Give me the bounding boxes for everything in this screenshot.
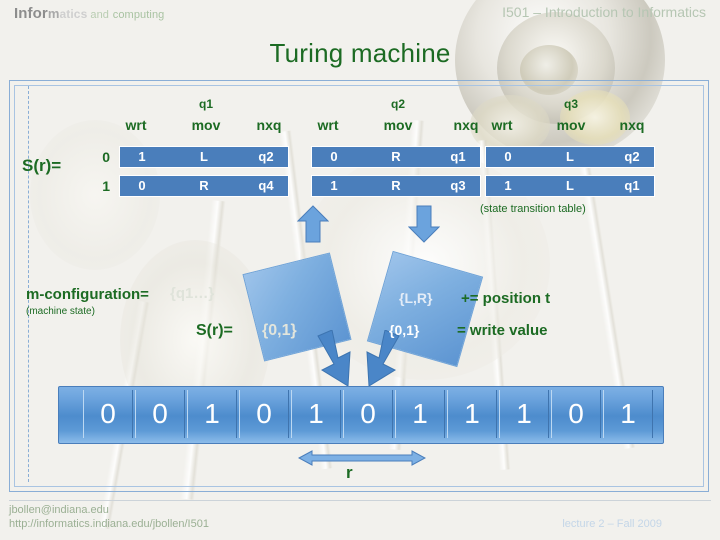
tape-cell: 1 [187, 390, 237, 438]
cell-q1-nxq-0: q2 [258, 149, 274, 164]
tape-cell: 0 [551, 390, 601, 438]
cell-q1-wrt-0: 1 [138, 149, 146, 164]
table-col-q3-wrt: wrt [491, 117, 513, 133]
table-row: 0 R q1 [312, 147, 480, 167]
cell-q2-nxq-1: q3 [450, 178, 466, 193]
m-configuration-label: m-configuration= [26, 286, 149, 303]
tape-cell: 0 [239, 390, 289, 438]
cell-q1-nxq-1: q4 [258, 178, 274, 193]
sr-annotation-label: S(r)= [196, 322, 233, 339]
cell-q3-nxq-0: q2 [624, 149, 640, 164]
tape-cell: 0 [343, 390, 393, 438]
m-configuration-value: {q1…} [170, 285, 215, 302]
tape-cell: 1 [447, 390, 497, 438]
footer-contact: jbollen@indiana.edu http://informatics.i… [9, 503, 209, 531]
table-col-q2-mov: mov [383, 117, 413, 133]
move-set-desc: += position t [461, 290, 551, 307]
table-group-q2: q2 [390, 97, 405, 111]
cell-q1-mov-0: L [200, 149, 208, 164]
table-col-q1-nxq: nxq [256, 117, 282, 133]
cell-q1-wrt-1: 0 [138, 178, 146, 193]
cell-q3-nxq-1: q1 [624, 178, 640, 193]
cell-q2-wrt-0: 0 [330, 149, 338, 164]
cell-q2-nxq-0: q1 [450, 149, 466, 164]
tape-cell: 0 [83, 390, 133, 438]
tape-cell: 1 [395, 390, 445, 438]
arrow-down-icon [408, 205, 440, 243]
turing-tape: 0 0 1 0 1 0 1 1 1 0 1 [58, 386, 664, 444]
cell-q2-wrt-1: 1 [330, 178, 338, 193]
footer-divider [9, 500, 711, 501]
cell-q2-mov-0: R [391, 149, 401, 164]
tape-cell: 1 [603, 390, 653, 438]
cell-q1-mov-1: R [199, 178, 209, 193]
sr-annotation-value: {0,1} [262, 322, 297, 339]
cell-q2-mov-1: R [391, 178, 401, 193]
table-col-q2-wrt: wrt [317, 117, 339, 133]
cell-q3-mov-1: L [566, 178, 574, 193]
table-row: 1 L q2 [120, 147, 288, 167]
table-row-key-0: 0 [102, 149, 110, 165]
tape-cell: 1 [499, 390, 549, 438]
tape-pointer-label: r [346, 463, 353, 482]
cell-q3-wrt-1: 1 [504, 178, 512, 193]
footer-url[interactable]: http://informatics.indiana.edu/jbollen/I… [9, 517, 209, 531]
table-row: 1 R q3 [312, 176, 480, 196]
machine-state-caption: (machine state) [26, 306, 95, 317]
table-col-q1-wrt: wrt [125, 117, 147, 133]
tape-cell: 0 [135, 390, 185, 438]
table-row: 0 L q2 [486, 147, 654, 167]
cell-q3-mov-0: L [566, 149, 574, 164]
table-group-q3: q3 [563, 97, 578, 111]
tape-cell: 1 [291, 390, 341, 438]
table-col-q3-mov: mov [556, 117, 586, 133]
table-group-q1: q1 [198, 97, 213, 111]
arrow-double-horizontal-icon [298, 450, 426, 466]
arrow-up-icon [297, 205, 329, 243]
table-row: 0 R q4 [120, 176, 288, 196]
table-col-q3-nxq: nxq [619, 117, 645, 133]
footer-lecture: lecture 2 – Fall 2009 [562, 518, 662, 530]
cell-q3-wrt-0: 0 [504, 149, 512, 164]
table-col-q1-mov: mov [191, 117, 221, 133]
table-row-label: S(r)= [22, 156, 62, 175]
footer-email[interactable]: jbollen@indiana.edu [9, 503, 209, 517]
table-caption: (state transition table) [480, 203, 586, 215]
write-set-value: {0,1} [389, 322, 420, 338]
move-set-value: {L,R} [399, 290, 433, 306]
table-row-key-1: 1 [102, 178, 110, 194]
write-set-desc: = write value [457, 322, 548, 339]
table-row: 1 L q1 [486, 176, 654, 196]
arrow-down-left-icon [366, 330, 400, 387]
